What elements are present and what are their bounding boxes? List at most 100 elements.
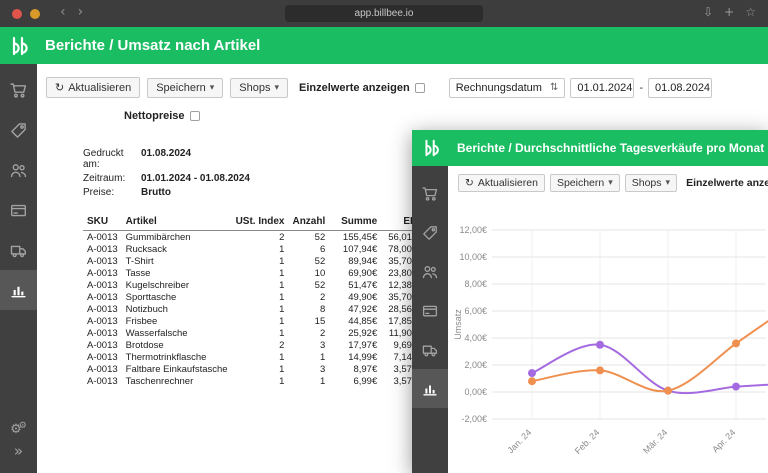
chevron-down-icon: ▾	[210, 83, 215, 93]
download-icon[interactable]: ⇩	[703, 5, 713, 19]
overlay-content: ↻ Aktualisieren Speichern ▾ Shops ▾ Einz…	[448, 166, 768, 473]
table-row: A-0013Notizbuch1847,92€28,56€19,35€	[83, 303, 465, 315]
sidebar-item-customers[interactable]	[412, 252, 448, 291]
single-values-checkbox[interactable]	[415, 83, 425, 93]
table-cell: 107,94€	[329, 243, 381, 255]
window-controls	[12, 9, 40, 19]
table-cell: Brotdose	[122, 339, 232, 351]
table-cell: 52	[288, 279, 329, 291]
table-cell: Tasse	[122, 267, 232, 279]
table-cell: 6	[288, 243, 329, 255]
save-button[interactable]: Speichern ▾	[147, 78, 223, 98]
table-cell: Sporttasche	[122, 291, 232, 303]
date-to-input[interactable]: 01.08.2024	[648, 78, 712, 98]
svg-text:Feb. 24: Feb. 24	[573, 427, 602, 456]
overlay-toolbar: ↻ Aktualisieren Speichern ▾ Shops ▾ Einz…	[448, 174, 768, 192]
table-cell: 3	[288, 339, 329, 351]
address-bar[interactable]: app.billbee.io	[285, 5, 483, 22]
table-cell: A-0013	[83, 267, 122, 279]
svg-text:Umsatz: Umsatz	[453, 309, 463, 340]
save-button[interactable]: Speichern ▾	[550, 174, 620, 192]
refresh-icon: ↻	[55, 81, 64, 94]
table-cell: A-0013	[83, 315, 122, 327]
svg-text:4,00€: 4,00€	[464, 333, 487, 343]
sidebar-item-shipping[interactable]	[0, 230, 37, 270]
settings-gears-icon[interactable]: ⚙⚙	[10, 422, 27, 436]
table-row: A-0013Sporttasche1249,90€35,70€14,20€	[83, 291, 465, 303]
refresh-button[interactable]: ↻ Aktualisieren	[46, 77, 140, 98]
billbee-logo-icon[interactable]	[0, 35, 37, 57]
col-sku: SKU	[83, 214, 122, 231]
sidebar-item-reports[interactable]	[0, 270, 37, 310]
bookmark-star-icon[interactable]: ☆	[745, 5, 756, 19]
chevron-down-icon: ▾	[608, 178, 613, 188]
sort-arrows-icon: ⇅	[550, 82, 558, 93]
sidebar-item-customers[interactable]	[0, 150, 37, 190]
table-row: A-0013T-Shirt15289,94€35,70€54,24€	[83, 255, 465, 267]
table-cell: 2	[232, 339, 289, 351]
svg-text:6,00€: 6,00€	[464, 306, 487, 316]
sidebar-item-payments[interactable]	[0, 190, 37, 230]
table-cell: Rucksack	[122, 243, 232, 255]
svg-text:Apr. 24: Apr. 24	[710, 427, 737, 454]
sidebar-item-shipping[interactable]	[412, 330, 448, 369]
table-row: A-0013Rucksack16107,94€78,00€29,92€	[83, 243, 465, 255]
net-prices-checkbox[interactable]	[190, 111, 200, 121]
col-ust-index: USt. Index	[232, 214, 289, 231]
table-row: A-0013Faltbare Einkaufstasche138,97€3,57…	[83, 363, 465, 375]
table-cell: 1	[232, 327, 289, 339]
table-cell: 1	[232, 315, 289, 327]
users-icon	[422, 264, 438, 280]
shops-button[interactable]: Shops ▾	[230, 78, 288, 98]
sidebar-item-products[interactable]	[0, 110, 37, 150]
date-from-input[interactable]: 01.01.2024	[570, 78, 634, 98]
svg-text:12,00€: 12,00€	[459, 225, 487, 235]
table-cell: Kugelschreiber	[122, 279, 232, 291]
sidebar-item-payments[interactable]	[412, 291, 448, 330]
date-type-select[interactable]: Rechnungsdatum ⇅	[449, 78, 566, 98]
prices-label: Preise:	[83, 187, 141, 198]
sidebar-item-orders[interactable]	[412, 174, 448, 213]
table-cell: Taschenrechner	[122, 375, 232, 387]
table-row: A-0013Thermotrinkflasche1114,99€7,14€7,8…	[83, 351, 465, 363]
minimize-window-icon[interactable]	[30, 9, 40, 19]
sidebar-item-reports[interactable]	[412, 369, 448, 408]
page-title: Berichte / Umsatz nach Artikel	[45, 37, 260, 54]
col-summe: Summe	[329, 214, 381, 231]
table-cell: A-0013	[83, 243, 122, 255]
expand-sidebar-icon[interactable]: »	[14, 444, 23, 459]
overlay-header: Berichte / Durchschnittliche Tagesverkäu…	[412, 130, 768, 166]
table-cell: 2	[288, 291, 329, 303]
sales-chart: 12,00€10,00€8,00€6,00€4,00€2,00€0,00€-2,…	[448, 202, 768, 470]
billbee-logo-icon[interactable]	[412, 138, 449, 158]
table-cell: 1	[232, 351, 289, 363]
table-cell: A-0013	[83, 375, 122, 387]
back-icon[interactable]: ‹	[60, 4, 66, 20]
table-header-row: SKU Artikel USt. Index Anzahl Summe EK M…	[83, 214, 465, 231]
table-cell: 10	[288, 267, 329, 279]
prices-value: Brutto	[141, 187, 171, 198]
table-cell: A-0013	[83, 279, 122, 291]
refresh-button[interactable]: ↻ Aktualisieren	[458, 174, 545, 192]
table-cell: 47,92€	[329, 303, 381, 315]
sidebar-item-orders[interactable]	[0, 70, 37, 110]
table-cell: 1	[232, 291, 289, 303]
table-cell: 89,94€	[329, 255, 381, 267]
table-row: A-0013Taschenrechner116,99€3,57€3,42€	[83, 375, 465, 387]
table-cell: Notizbuch	[122, 303, 232, 315]
daily-sales-chart-area: 12,00€10,00€8,00€6,00€4,00€2,00€0,00€-2,…	[448, 202, 768, 473]
table-cell: A-0013	[83, 363, 122, 375]
single-values-label: Einzelwerte anzeigen	[299, 82, 425, 94]
shops-button[interactable]: Shops ▾	[625, 174, 677, 192]
table-cell: 6,99€	[329, 375, 381, 387]
close-window-icon[interactable]	[12, 9, 22, 19]
users-icon	[10, 162, 27, 179]
forward-icon[interactable]: ›	[78, 4, 84, 20]
table-cell: 155,45€	[329, 231, 381, 244]
new-tab-icon[interactable]: +	[724, 5, 734, 19]
truck-icon	[10, 242, 27, 259]
table-cell: T-Shirt	[122, 255, 232, 267]
svg-text:-2,00€: -2,00€	[461, 414, 487, 424]
svg-text:8,00€: 8,00€	[464, 279, 487, 289]
sidebar-item-products[interactable]	[412, 213, 448, 252]
